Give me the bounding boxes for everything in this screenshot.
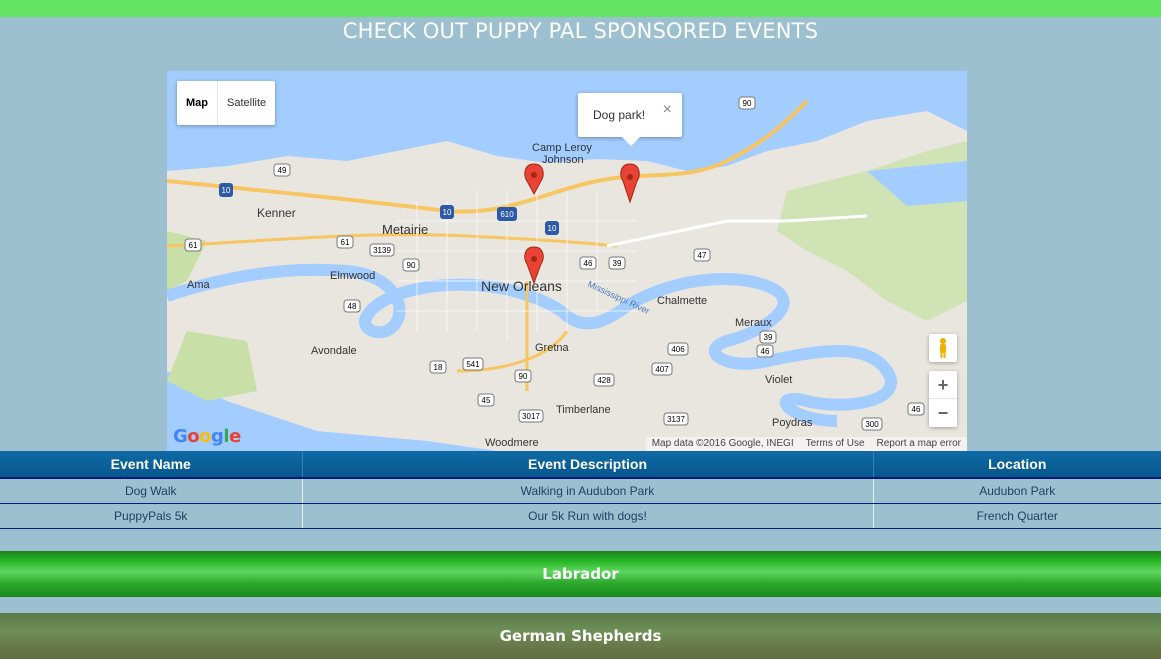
svg-text:90: 90	[743, 99, 752, 108]
label-woodmere: Woodmere	[485, 437, 539, 449]
label-kenner: Kenner	[257, 206, 296, 220]
close-icon[interactable]: ×	[663, 101, 672, 119]
svg-text:46: 46	[761, 347, 770, 356]
table-header-row: Event Name Event Description Location	[0, 451, 1161, 479]
header-location: Location	[873, 451, 1161, 479]
map-type-map-button[interactable]: Map	[177, 81, 218, 125]
svg-text:61: 61	[189, 241, 198, 250]
info-window-text: Dog park!	[593, 108, 646, 122]
svg-text:10: 10	[222, 186, 231, 195]
svg-text:46: 46	[912, 405, 921, 414]
svg-text:610: 610	[500, 210, 514, 219]
svg-text:39: 39	[764, 333, 773, 342]
map-canvas[interactable]: Camp Leroy Johnson Kenner Metairie Elmwo…	[167, 71, 967, 451]
events-table: Event Name Event Description Location Do…	[0, 451, 1161, 529]
zoom-in-button[interactable]: +	[929, 371, 957, 399]
zoom-out-button[interactable]: −	[929, 399, 957, 427]
label-meraux: Meraux	[735, 317, 772, 329]
svg-text:541: 541	[466, 360, 480, 369]
label-elmwood: Elmwood	[330, 270, 375, 282]
info-window: Dog park! ×	[578, 93, 682, 146]
svg-text:428: 428	[597, 376, 611, 385]
map-type-control: Map Satellite	[177, 81, 276, 125]
label-camp-leroy-johnson: Camp Leroy	[532, 142, 592, 154]
header-event-description: Event Description	[302, 451, 874, 479]
zoom-control: + −	[929, 371, 957, 427]
breed-section-german-shepherds[interactable]: German Shepherds	[0, 613, 1161, 659]
svg-text:406: 406	[671, 345, 685, 354]
label-timberlane: Timberlane	[556, 404, 611, 416]
header-event-name: Event Name	[0, 451, 303, 479]
label-ama: Ama	[187, 279, 211, 291]
svg-text:90: 90	[519, 372, 528, 381]
svg-text:407: 407	[655, 365, 669, 374]
page-title: CHECK OUT PUPPY PAL SPONSORED EVENTS	[342, 19, 819, 43]
svg-text:61: 61	[341, 238, 350, 247]
map-data-credit: Map data ©2016 Google, INEGI	[651, 438, 794, 449]
svg-text:3139: 3139	[373, 246, 391, 255]
label-chalmette: Chalmette	[657, 295, 707, 307]
info-window-tail	[622, 137, 640, 146]
svg-text:39: 39	[613, 259, 622, 268]
svg-text:45: 45	[482, 396, 491, 405]
label-camp-leroy-johnson-2: Johnson	[542, 154, 584, 166]
event-name-cell: PuppyPals 5k	[0, 503, 303, 529]
label-avondale: Avondale	[311, 345, 357, 357]
svg-text:10: 10	[548, 224, 557, 233]
label-violet: Violet	[765, 374, 792, 386]
svg-text:10: 10	[443, 208, 452, 217]
report-map-error-link[interactable]: Report a map error	[877, 437, 961, 451]
svg-text:18: 18	[434, 363, 443, 372]
svg-text:49: 49	[278, 166, 287, 175]
street-view-pegman-icon[interactable]	[929, 334, 957, 362]
svg-text:46: 46	[584, 259, 593, 268]
breed-section-labrador[interactable]: Labrador	[0, 551, 1161, 597]
label-new-orleans: New Orleans	[481, 278, 562, 294]
label-gretna: Gretna	[535, 342, 570, 354]
label-metairie: Metairie	[382, 222, 428, 237]
google-logo[interactable]: Google	[173, 426, 241, 447]
map-labels: Camp Leroy Johnson Kenner Metairie Elmwo…	[187, 142, 813, 449]
terms-of-use-link[interactable]: Terms of Use	[806, 437, 865, 451]
event-description-cell: Walking in Audubon Park	[302, 478, 874, 504]
label-poydras: Poydras	[772, 417, 813, 429]
map-type-satellite-button[interactable]: Satellite	[218, 81, 275, 125]
event-location-cell: French Quarter	[873, 503, 1161, 529]
event-name-cell: Dog Walk	[0, 478, 303, 504]
event-marker-north[interactable]	[524, 163, 544, 196]
svg-text:47: 47	[698, 251, 707, 260]
event-location-cell: Audubon Park	[873, 478, 1161, 504]
svg-text:3137: 3137	[667, 415, 685, 424]
table-row: Dog Walk Walking in Audubon Park Audubon…	[0, 478, 1161, 504]
event-description-cell: Our 5k Run with dogs!	[302, 503, 874, 529]
table-row: PuppyPals 5k Our 5k Run with dogs! Frenc…	[0, 503, 1161, 529]
event-marker-dog-park[interactable]	[620, 163, 640, 204]
svg-text:90: 90	[407, 261, 416, 270]
map-attribution: Map data ©2016 Google, INEGI Terms of Us…	[645, 437, 967, 451]
svg-text:300: 300	[865, 420, 879, 429]
top-accent-bar	[0, 0, 1161, 17]
events-map[interactable]: Camp Leroy Johnson Kenner Metairie Elmwo…	[167, 71, 967, 451]
svg-text:3017: 3017	[522, 412, 540, 421]
svg-text:48: 48	[348, 302, 357, 311]
